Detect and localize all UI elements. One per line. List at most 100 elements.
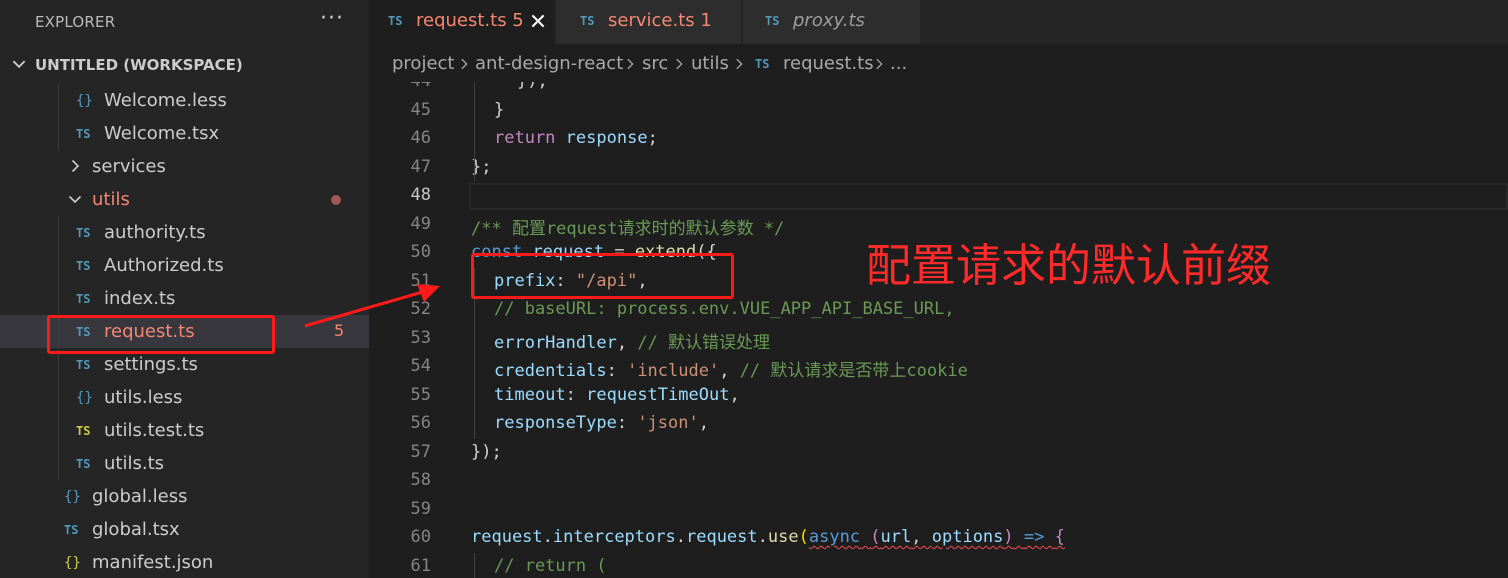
tab-bar: TS request.ts 5 TS service.ts 1 TS proxy… bbox=[369, 0, 1508, 44]
file-manifest-json[interactable]: {} manifest.json bbox=[0, 546, 369, 578]
typescript-icon: TS bbox=[580, 14, 595, 28]
typescript-icon: TS bbox=[76, 259, 91, 273]
breadcrumb-item[interactable]: src bbox=[642, 53, 668, 74]
line-number: 60 bbox=[410, 527, 431, 547]
indent-guide bbox=[58, 447, 59, 480]
less-braces-icon: {} bbox=[76, 390, 93, 406]
code-line: // return ( bbox=[494, 556, 607, 576]
code-line: responseType: 'json', bbox=[494, 413, 709, 433]
tab-label: service.ts 1 bbox=[608, 10, 712, 31]
file-tree-label: authority.ts bbox=[104, 222, 206, 243]
code-token: . bbox=[675, 527, 686, 547]
line-number: 50 bbox=[410, 242, 431, 262]
workspace-root[interactable]: UNTITLED (WORKSPACE) bbox=[0, 48, 369, 81]
line-number: 58 bbox=[410, 470, 431, 490]
code-token: credentials bbox=[494, 361, 607, 381]
file-utils-test-ts[interactable]: TS utils.test.ts bbox=[0, 414, 369, 447]
line-number: 53 bbox=[410, 327, 431, 348]
code-line: credentials: 'include', // 默认请求是否带上cooki… bbox=[494, 356, 968, 381]
file-welcome-tsx[interactable]: TS Welcome.tsx bbox=[0, 117, 369, 150]
breadcrumb-item[interactable]: project bbox=[392, 53, 454, 74]
code-token: // 默认请求是否带上cookie bbox=[739, 361, 968, 381]
line-number: 55 bbox=[410, 384, 431, 405]
folder-services[interactable]: services bbox=[0, 150, 369, 183]
chevron-right-icon bbox=[461, 58, 468, 70]
chevron-right-icon bbox=[71, 159, 80, 173]
breadcrumb-file[interactable]: request.ts bbox=[783, 53, 874, 74]
file-tree-label: global.less bbox=[92, 486, 188, 507]
code-token: : bbox=[616, 413, 638, 433]
tab-label: proxy.ts bbox=[793, 10, 865, 31]
typescript-icon: TS bbox=[64, 523, 79, 537]
code-token: ; bbox=[647, 128, 658, 148]
file-authority-ts[interactable]: TS authority.ts bbox=[0, 216, 369, 249]
file-tree-label: utils.test.ts bbox=[104, 420, 205, 441]
code-line: request.interceptors.request.use(async (… bbox=[471, 527, 1065, 547]
file-index-ts[interactable]: TS index.ts bbox=[0, 282, 369, 315]
tab-service-ts[interactable]: TS service.ts 1 bbox=[556, 0, 742, 44]
code-token: : bbox=[606, 361, 628, 381]
code-token: , bbox=[911, 527, 932, 547]
code-token: timeout bbox=[494, 384, 566, 405]
code-token: , bbox=[729, 384, 740, 405]
code-line: errorHandler, // 默认错误处理 bbox=[494, 328, 770, 353]
breadcrumb-ellipsis[interactable]: ... bbox=[890, 53, 907, 74]
code-token: options bbox=[931, 527, 1004, 547]
code-line: /** 配置request请求时的默认参数 */ bbox=[471, 214, 784, 239]
close-icon[interactable] bbox=[528, 11, 548, 31]
line-number: 47 bbox=[410, 156, 431, 177]
code-token: response bbox=[565, 128, 648, 148]
file-utils-less[interactable]: {} utils.less bbox=[0, 381, 369, 414]
code-token: , bbox=[719, 361, 740, 381]
typescript-icon: TS bbox=[765, 14, 780, 28]
code-token: request bbox=[471, 527, 543, 547]
explorer-header: EXPLORER ··· bbox=[0, 0, 369, 44]
tab-request-ts[interactable]: TS request.ts 5 bbox=[369, 0, 555, 44]
code-token: }); bbox=[517, 82, 548, 91]
file-tree-label: utils.ts bbox=[104, 453, 165, 474]
code-token: 'include' bbox=[627, 361, 720, 381]
less-braces-icon: {} bbox=[76, 93, 93, 109]
line-number: 54 bbox=[410, 356, 431, 376]
file-tree-label: Welcome.tsx bbox=[104, 123, 220, 144]
annotation-box-prefix-line bbox=[471, 253, 734, 299]
breadcrumb-item[interactable]: utils bbox=[691, 53, 729, 74]
line-number: 51 bbox=[410, 270, 431, 291]
less-braces-icon: {} bbox=[64, 489, 81, 505]
file-welcome-less[interactable]: {} Welcome.less bbox=[0, 84, 369, 117]
tab-label: request.ts 5 bbox=[416, 10, 524, 31]
current-line-highlight bbox=[469, 183, 1508, 210]
file-global-tsx[interactable]: TS global.tsx bbox=[0, 513, 369, 546]
line-number: 52 bbox=[410, 299, 431, 319]
explorer-sidebar: EXPLORER ··· UNTITLED (WORKSPACE) {} Welc… bbox=[0, 0, 369, 578]
indent-guide bbox=[58, 84, 59, 117]
code-token: => bbox=[1023, 527, 1045, 547]
more-actions-icon[interactable]: ··· bbox=[320, 6, 344, 31]
chevron-right-icon bbox=[876, 58, 883, 70]
code-token: ( bbox=[870, 527, 881, 547]
chevron-down-icon bbox=[68, 195, 82, 204]
code-token: }); bbox=[471, 441, 502, 462]
code-editor[interactable]: 44});45}46return response;47};4849/** 配置… bbox=[369, 82, 1508, 578]
file-tree-label: index.ts bbox=[104, 288, 176, 309]
code-token: requestTimeOut bbox=[586, 384, 730, 405]
file-tree-label: Welcome.less bbox=[104, 90, 227, 111]
explorer-title: EXPLORER bbox=[35, 13, 116, 31]
file-authorized-ts[interactable]: TS Authorized.ts bbox=[0, 249, 369, 282]
indent-guide bbox=[58, 414, 59, 447]
code-token: // baseURL: process.env.VUE_APP_API_BASE… bbox=[494, 299, 955, 319]
code-token: use bbox=[767, 527, 799, 547]
code-token: { bbox=[1054, 527, 1065, 547]
file-global-less[interactable]: {} global.less bbox=[0, 480, 369, 513]
annotation-box-request-file bbox=[47, 315, 275, 354]
typescript-icon: TS bbox=[388, 14, 403, 28]
indent-guide bbox=[58, 249, 59, 282]
folder-utils[interactable]: utils bbox=[0, 183, 369, 216]
file-utils-ts[interactable]: TS utils.ts bbox=[0, 447, 369, 480]
tab-proxy-ts[interactable]: TS proxy.ts bbox=[743, 0, 921, 44]
typescript-test-icon: TS bbox=[76, 424, 91, 438]
breadcrumb: project ant-design-react src utils TS re… bbox=[369, 44, 1508, 82]
breadcrumb-item[interactable]: ant-design-react bbox=[475, 53, 623, 74]
